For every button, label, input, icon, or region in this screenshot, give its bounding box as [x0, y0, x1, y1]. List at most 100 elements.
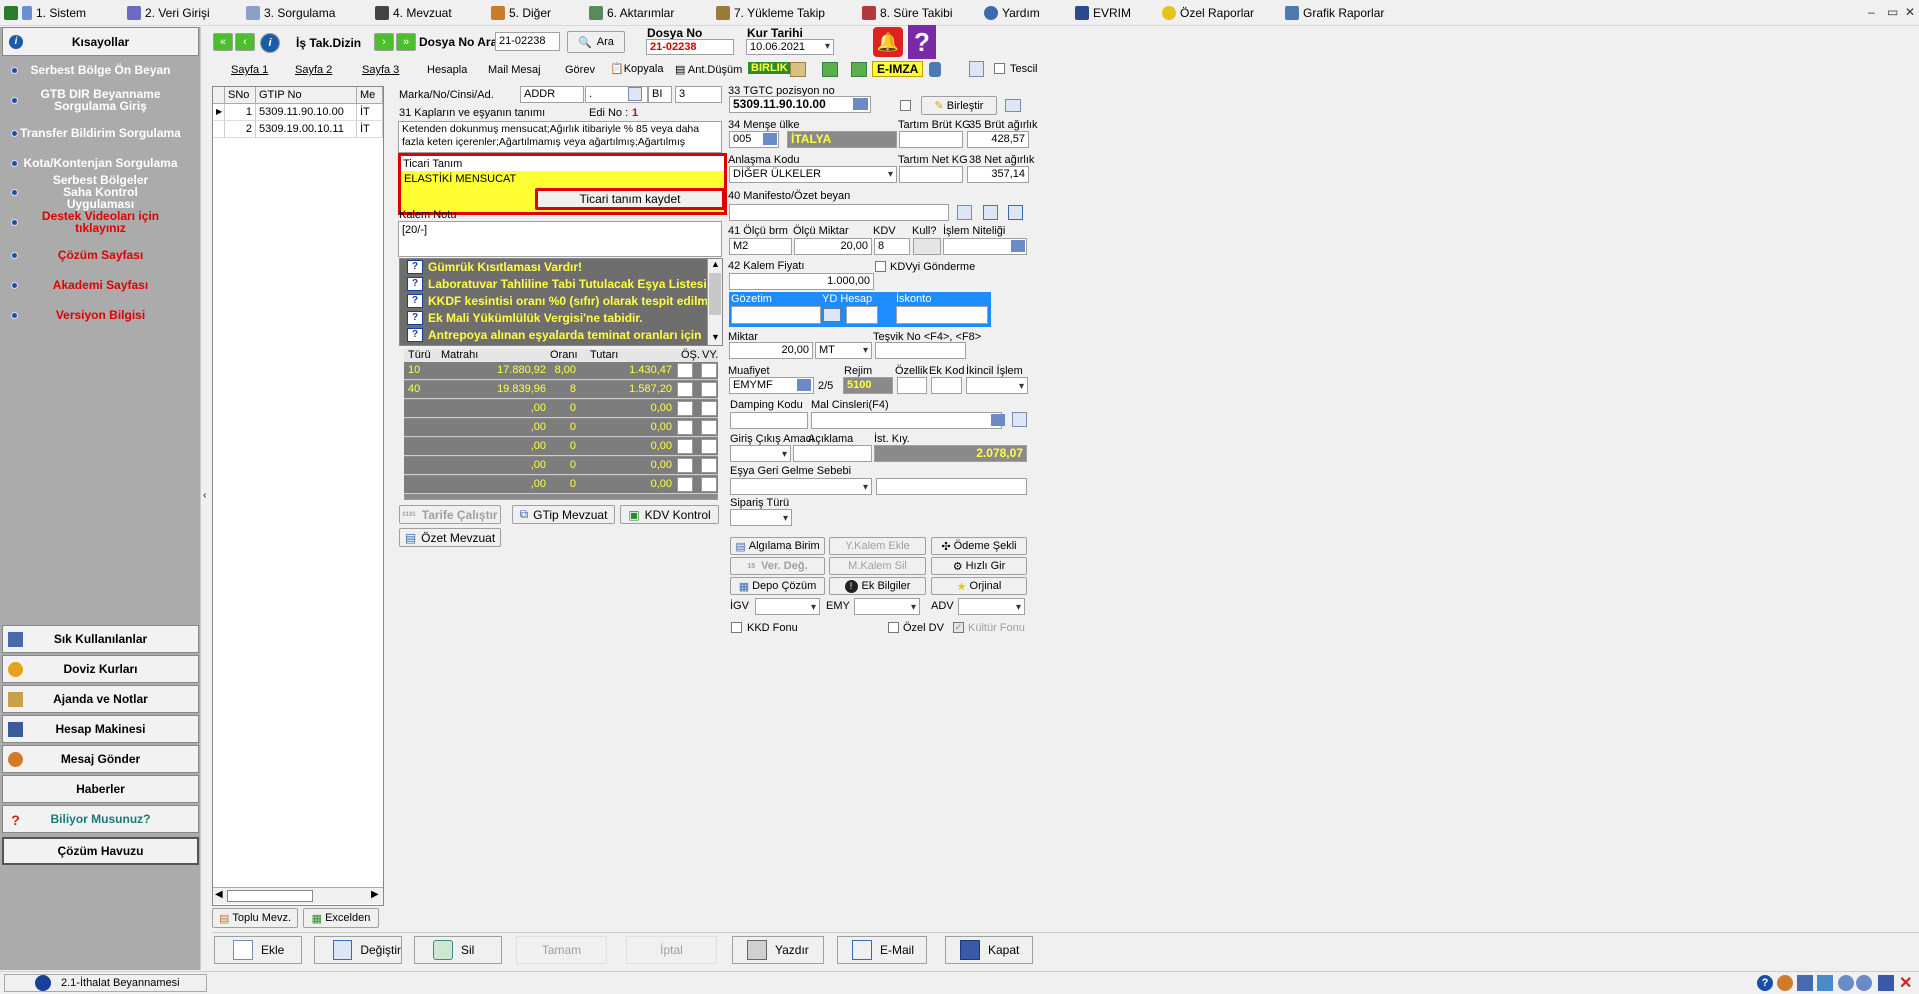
hesap-makinesi-button[interactable]: Hesap Makinesi — [2, 715, 199, 743]
scroll-down-icon[interactable]: ▼ — [711, 332, 720, 342]
table-row-gtip[interactable]: 5309.19.00.10.11 — [256, 121, 357, 138]
os-cell[interactable] — [677, 401, 693, 416]
scroll-right-icon[interactable]: ▶ — [371, 889, 379, 900]
lookup-icon[interactable] — [763, 133, 777, 145]
cozum-havuzu-button[interactable]: Çözüm Havuzu — [2, 837, 199, 865]
grid-icon[interactable] — [983, 205, 998, 220]
toplu-mevz-button[interactable]: ▤ Toplu Mevz. — [212, 908, 298, 928]
horizontal-scrollbar[interactable]: ◀ ▶ — [213, 887, 383, 904]
ozellik-input[interactable] — [897, 377, 927, 394]
tgtc-checkbox[interactable] — [900, 100, 911, 111]
list-icon[interactable] — [1005, 99, 1021, 112]
kalem-notu-textarea[interactable]: [20/-] — [398, 221, 722, 257]
document-search-icon[interactable] — [969, 61, 984, 77]
haberler-button[interactable]: Haberler — [2, 775, 199, 803]
tescil-checkbox[interactable] — [994, 63, 1005, 74]
ajanda-button[interactable]: Ajanda ve Notlar — [2, 685, 199, 713]
tab-sayfa-2[interactable]: Sayfa 2 — [295, 64, 332, 76]
table-row-gtip[interactable]: 5309.11.90.10.00 — [256, 104, 357, 121]
tartim-net-input[interactable] — [899, 166, 963, 183]
brut-input[interactable]: 428,57 — [967, 131, 1029, 148]
sidebar-item-kota[interactable]: Kota/Kontenjan Sorgulama — [2, 154, 199, 172]
list-item[interactable]: ? Laboratuvar Tahliline Tabi Tutulacak Eş… — [404, 276, 710, 293]
marka-input[interactable]: ADDR — [520, 86, 584, 103]
giris-cikis-select[interactable] — [730, 445, 791, 462]
damping-input[interactable] — [730, 412, 808, 429]
olcu-miktar-input[interactable]: 20,00 — [794, 238, 872, 255]
degistir-button[interactable]: Değiştir — [314, 936, 402, 964]
calculator-icon[interactable] — [823, 308, 841, 322]
alarm-bell-icon[interactable]: 🔔 — [873, 27, 903, 57]
kopyala-button[interactable]: 📋Kopyala — [610, 62, 663, 75]
birlik-button[interactable]: BIRLIK — [748, 62, 791, 74]
ikincil-islem-select[interactable] — [966, 377, 1028, 394]
esya-geri-input[interactable] — [876, 478, 1027, 495]
save-icon[interactable] — [1878, 975, 1894, 991]
mesaj-gonder-button[interactable]: Mesaj Gönder — [2, 745, 199, 773]
refresh-icon[interactable] — [851, 62, 867, 77]
minimize-icon[interactable]: ‒ — [1868, 5, 1875, 19]
biliyor-musunuz-button[interactable]: ? Biliyor Musunuz? — [2, 805, 199, 833]
tab-sayfa-1[interactable]: Sayfa 1 — [231, 64, 268, 76]
restore-icon[interactable]: ▭ — [1887, 5, 1898, 19]
ara-button[interactable]: 🔍 Ara — [567, 31, 625, 53]
close-icon[interactable]: ✕ — [1899, 973, 1912, 993]
ek-kod-input[interactable] — [931, 377, 962, 394]
column-header-sno[interactable]: SNo — [225, 87, 256, 104]
vy-cell[interactable] — [701, 420, 717, 435]
module-tab[interactable]: 2.1-İthalat Beyannamesi — [4, 974, 207, 992]
print-preview-icon[interactable] — [1817, 975, 1833, 991]
first-record-button[interactable]: « — [213, 33, 233, 51]
tab-sayfa-3[interactable]: Sayfa 3 — [362, 64, 399, 76]
folder-icon[interactable] — [790, 62, 806, 77]
bi-input[interactable]: BI — [648, 86, 672, 103]
tartim-brut-input[interactable] — [899, 131, 963, 148]
os-cell[interactable] — [677, 458, 693, 473]
lookup-icon[interactable] — [991, 414, 1005, 426]
ekle-button[interactable]: Ekle — [214, 936, 302, 964]
list-item[interactable]: ? Gümrük Kısıtlaması Vardır! — [404, 259, 710, 276]
tab-hesapla[interactable]: Hesapla — [427, 64, 467, 76]
menu-yardim[interactable]: Yardım — [984, 5, 1040, 21]
doviz-kurlari-button[interactable]: Doviz Kurları — [2, 655, 199, 683]
table-row[interactable]: 10 17.880,92 8,00 1.430,47 — [404, 362, 718, 380]
column-header-me[interactable]: Me — [357, 87, 383, 104]
vy-cell[interactable] — [701, 363, 717, 378]
help-question-icon[interactable]: ? — [908, 25, 936, 59]
list-icon[interactable] — [957, 205, 972, 220]
os-cell[interactable] — [677, 439, 693, 454]
document-icon[interactable] — [1008, 205, 1023, 220]
miktar-unit-select[interactable]: MT — [815, 342, 872, 359]
menu-sistem[interactable]: 1. Sistem — [4, 5, 86, 21]
emy-select[interactable] — [854, 598, 920, 615]
hizli-gir-button[interactable]: ⚙ Hızlı Gir — [931, 557, 1027, 575]
menu-veri-girisi[interactable]: 2. Veri Girişi — [127, 5, 210, 21]
tab-mail-mesaj[interactable]: Mail Mesaj — [488, 64, 541, 76]
gtip-mevzuat-button[interactable]: ⧉ GTip Mevzuat — [512, 505, 615, 524]
table-row-sno[interactable]: 2 — [225, 121, 256, 138]
table-row[interactable]: ,00 0 0,00 — [404, 419, 718, 437]
e-imza-button[interactable]: E-IMZA — [872, 61, 924, 77]
menu-sure-takibi[interactable]: 8. Süre Takibi — [862, 5, 953, 21]
scroll-up-icon[interactable]: ▲ — [711, 259, 720, 269]
kdv-input[interactable]: 8 — [874, 238, 910, 255]
vy-cell[interactable] — [701, 401, 717, 416]
siparis-select[interactable] — [730, 509, 792, 526]
menu-yukleme-takip[interactable]: 7. Yükleme Takip — [716, 5, 825, 21]
tamam-button[interactable]: Tamam — [516, 936, 607, 964]
dosya-no-field[interactable]: 21-02238 — [646, 39, 734, 55]
sidebar-item-serbest-bolge[interactable]: Serbest Bölge Ön Beyan — [2, 61, 199, 79]
sidebar-item-versiyon[interactable]: Versiyon Bilgisi — [2, 306, 199, 324]
grid-icon[interactable] — [1797, 975, 1813, 991]
mal-cinsleri-input[interactable] — [811, 412, 1002, 429]
ek-bilgiler-button[interactable]: ! Ek Bilgiler — [829, 577, 926, 595]
manifesto-input[interactable] — [729, 204, 949, 221]
tab-gorev[interactable]: Görev — [565, 64, 595, 76]
ozel-dv-checkbox[interactable] — [888, 622, 899, 633]
info-button[interactable]: i — [260, 33, 280, 53]
ozet-mevzuat-button[interactable]: ▤ Özet Mevzuat — [399, 528, 501, 547]
lookup-icon[interactable] — [797, 379, 811, 391]
vy-cell[interactable] — [701, 477, 717, 492]
ticari-tanim-kaydet-button[interactable]: Ticari tanım kaydet — [535, 188, 725, 210]
os-cell[interactable] — [677, 420, 693, 435]
